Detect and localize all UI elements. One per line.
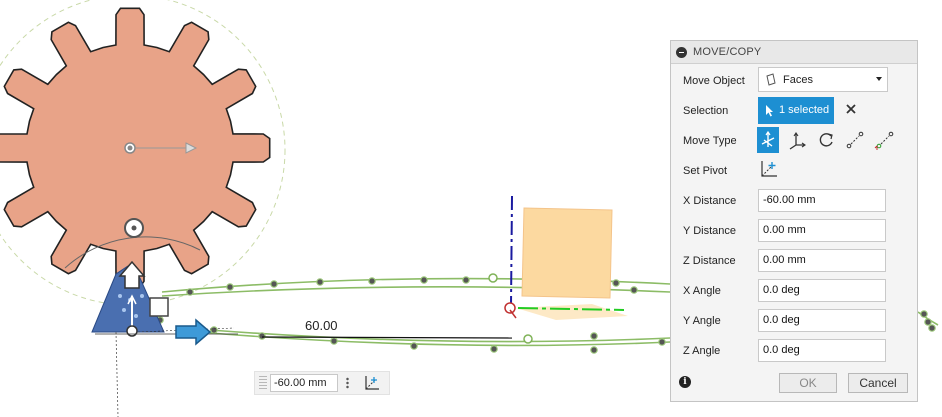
path-point: [330, 337, 338, 345]
path-point: [590, 346, 598, 354]
rotate-icon[interactable]: [815, 127, 837, 153]
set-pivot-row: Set Pivot: [671, 157, 919, 185]
collapse-icon[interactable]: [676, 46, 687, 58]
y-distance-label: Y Distance: [683, 225, 736, 237]
x-distance-row: X Distance -60.00 mm: [671, 187, 919, 215]
close-icon[interactable]: [843, 101, 859, 117]
path-point: [258, 332, 266, 340]
path-point: [226, 283, 234, 291]
y-angle-row: Y Angle 0.0 deg: [671, 307, 919, 335]
path-point: [462, 276, 470, 284]
path-point: [368, 277, 376, 285]
x-angle-row: X Angle 0.0 deg: [671, 277, 919, 305]
path-point: [920, 310, 928, 318]
dimension-line: [261, 336, 513, 339]
free-move-icon[interactable]: [757, 127, 779, 153]
move-copy-panel: MOVE/COPY Move Object Faces Selection 1 …: [670, 40, 918, 402]
y-distance-input[interactable]: 0.00 mm: [758, 219, 886, 242]
ok-button[interactable]: OK: [779, 373, 837, 393]
z-angle-label: Z Angle: [683, 345, 721, 357]
x-angle-input[interactable]: 0.0 deg: [758, 279, 886, 302]
info-icon[interactable]: i: [679, 376, 691, 388]
set-pivot-icon[interactable]: [759, 159, 779, 179]
move-type-row: Move Type: [671, 127, 919, 155]
pivot-z-axis: [510, 195, 513, 307]
origin-handle[interactable]: [126, 325, 138, 337]
move-type-label: Move Type: [683, 135, 737, 147]
dimension-label[interactable]: 60.00: [305, 318, 338, 333]
selection-button[interactable]: 1 selected: [758, 97, 834, 124]
chevron-down-icon: [876, 77, 882, 81]
z-angle-input[interactable]: 0.0 deg: [758, 339, 886, 362]
move-object-row: Move Object Faces: [671, 67, 919, 95]
x-arrow-handle[interactable]: [175, 318, 212, 346]
mini-toolbar: -60.00 mm: [254, 371, 390, 395]
z-distance-label: Z Distance: [683, 255, 736, 267]
construction-plane: [521, 207, 613, 299]
set-pivot-label: Set Pivot: [683, 165, 728, 177]
x-distance-label: X Distance: [683, 195, 737, 207]
path-point: [658, 338, 666, 346]
move-object-dropdown[interactable]: Faces: [758, 67, 888, 92]
y-angle-label: Y Angle: [683, 315, 721, 327]
panel-title: MOVE/COPY: [693, 46, 762, 58]
y-distance-row: Y Distance 0.00 mm: [671, 217, 919, 245]
y-angle-input[interactable]: 0.0 deg: [758, 309, 886, 332]
x-distance-input[interactable]: -60.00 mm: [758, 189, 886, 212]
x-angle-label: X Angle: [683, 285, 721, 297]
panel-footer: i OK Cancel: [671, 369, 919, 401]
path-point: [924, 318, 932, 326]
cursor-arrow-icon: [766, 105, 773, 117]
point-to-position-icon[interactable]: [874, 127, 896, 153]
path-point: [410, 342, 418, 350]
path-point: [270, 280, 278, 288]
free-move-handle[interactable]: [149, 297, 169, 317]
path-point: [420, 276, 428, 284]
distance-mini-input[interactable]: -60.00 mm: [270, 374, 338, 392]
path-point: [490, 345, 498, 353]
selection-row: Selection 1 selected: [671, 97, 919, 125]
drag-grip-icon[interactable]: [259, 376, 267, 390]
face-icon: [766, 73, 776, 86]
move-object-label: Move Object: [683, 75, 745, 87]
z-distance-row: Z Distance 0.00 mm: [671, 247, 919, 275]
path-point: [590, 332, 598, 340]
selection-count: 1 selected: [779, 104, 830, 116]
selection-label: Selection: [683, 105, 729, 117]
path-point: [928, 324, 936, 332]
vertical-ellipsis-icon[interactable]: [346, 377, 349, 389]
z-angle-row: Z Angle 0.0 deg: [671, 337, 919, 365]
path-point: [186, 288, 194, 296]
path-point: [316, 278, 324, 286]
path-point: [612, 279, 620, 287]
path-point: [630, 286, 638, 294]
point-to-point-icon[interactable]: [844, 127, 866, 153]
translate-xyz-icon[interactable]: [785, 127, 807, 153]
set-pivot-icon[interactable]: [363, 374, 381, 392]
panel-header[interactable]: MOVE/COPY: [671, 41, 917, 64]
z-distance-input[interactable]: 0.00 mm: [758, 249, 886, 272]
cancel-button[interactable]: Cancel: [848, 373, 908, 393]
move-object-value: Faces: [783, 74, 813, 86]
path-point: [210, 326, 218, 334]
